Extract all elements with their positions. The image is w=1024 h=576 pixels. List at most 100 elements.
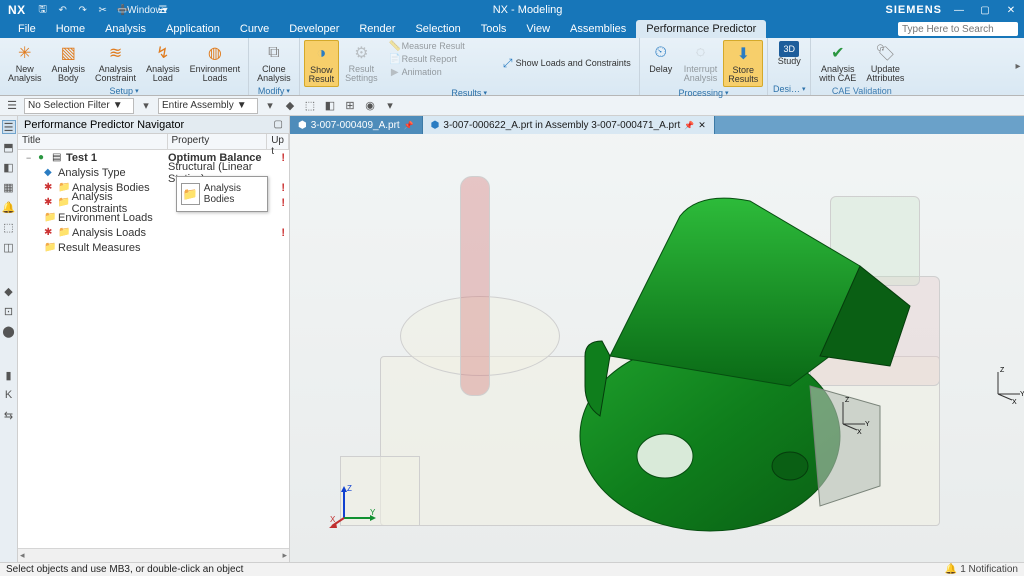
menu-assemblies[interactable]: Assemblies: [560, 20, 636, 38]
navigator-tree[interactable]: −●▤Test 1 Optimum Balance ! ◆Analysis Ty…: [18, 150, 289, 548]
graphics-viewport[interactable]: ⬢3-007-000409_A.prt📌 ⬢3-007-000622_A.prt…: [290, 116, 1024, 562]
delay-button[interactable]: ⏲Delay: [644, 40, 678, 87]
menu-curve[interactable]: Curve: [230, 20, 279, 38]
filter-tool-1-icon[interactable]: ◆: [282, 98, 298, 114]
menu-performance-predictor[interactable]: Performance Predictor: [636, 20, 766, 38]
clone-analysis-button[interactable]: ⧉Clone Analysis: [253, 40, 295, 85]
menu-toggle-icon[interactable]: ☰: [4, 98, 20, 114]
svg-text:X: X: [857, 429, 862, 436]
clone-icon: ⧉: [262, 41, 286, 65]
show-result-button[interactable]: ◑Show Result: [304, 40, 340, 87]
ribbon-collapse-button[interactable]: ▸: [1012, 38, 1024, 95]
col-header-up[interactable]: Up t: [267, 134, 289, 149]
navigator-close-button[interactable]: ▢: [274, 119, 283, 130]
tooltip-analysis-bodies: 📁 Analysis Bodies: [176, 176, 268, 212]
siemens-brand: SIEMENS: [885, 4, 942, 16]
rb-item-8-icon[interactable]: ◆: [2, 284, 16, 298]
navigator-title-bar: Performance Predictor Navigator ▢: [18, 116, 289, 134]
scope-pin-icon[interactable]: ▾: [262, 98, 278, 114]
collapse-icon[interactable]: −: [26, 153, 36, 163]
status-dot-icon: ●: [38, 152, 50, 163]
update-attributes-button[interactable]: 🏷Update Attributes: [862, 40, 908, 85]
rb-item-4-icon[interactable]: ▦: [2, 180, 16, 194]
workspace: ☰ ⬒ ◧ ▦ 🔔 ⬚ ◫ ◆ ⊡ ⬤ ▮ K ⇆ Performance Pr…: [0, 116, 1024, 562]
analysis-with-cae-button[interactable]: ✔Analysis with CAE: [815, 40, 860, 85]
rb-item-12-icon[interactable]: K: [2, 388, 16, 402]
menu-view[interactable]: View: [516, 20, 560, 38]
ribbon: ✳New Analysis ▧Analysis Body ≋Analysis C…: [0, 38, 1024, 96]
doc-tab-1[interactable]: ⬢3-007-000409_A.prt📌: [290, 116, 423, 134]
constraint-icon: ≋: [104, 41, 128, 65]
tree-row-result-measures[interactable]: 📁Result Measures: [18, 240, 289, 255]
pin-icon[interactable]: 📌: [404, 121, 414, 130]
qa-window-dropdown[interactable]: ▭ Window ▾: [136, 3, 150, 17]
menu-analysis[interactable]: Analysis: [95, 20, 156, 38]
rb-bell-icon[interactable]: 🔔: [2, 200, 16, 214]
rb-item-13-icon[interactable]: ⇆: [2, 408, 16, 422]
document-tabs: ⬢3-007-000409_A.prt📌 ⬢3-007-000622_A.prt…: [290, 116, 1024, 134]
rb-item-2-icon[interactable]: ⬒: [2, 140, 16, 154]
navigator-hscrollbar[interactable]: ◂▸: [18, 548, 289, 562]
qa-undo-icon[interactable]: ↶: [56, 3, 70, 17]
window-title: NX - Modeling: [170, 4, 886, 16]
show-loads-constraints-button[interactable]: ⤢Show Loads and Constraints: [496, 54, 635, 72]
command-search[interactable]: [898, 22, 1018, 36]
qa-help-icon[interactable]: ☰: [156, 3, 170, 17]
rb-item-3-icon[interactable]: ◧: [2, 160, 16, 174]
filter-tool-5-icon[interactable]: ◉: [362, 98, 378, 114]
rb-navigator-icon[interactable]: ☰: [2, 120, 16, 134]
menu-developer[interactable]: Developer: [279, 20, 349, 38]
new-analysis-button[interactable]: ✳New Analysis: [4, 40, 46, 85]
filter-tool-3-icon[interactable]: ◧: [322, 98, 338, 114]
menu-render[interactable]: Render: [349, 20, 405, 38]
folder-icon: 📁: [44, 212, 56, 223]
environment-icon: ◍: [203, 41, 227, 65]
menu-file[interactable]: File: [8, 20, 46, 38]
qa-redo-icon[interactable]: ↷: [76, 3, 90, 17]
notification-indicator[interactable]: 🔔1 Notification: [945, 564, 1018, 575]
doc-tab-2[interactable]: ⬢3-007-000622_A.prt in Assembly 3-007-00…: [423, 116, 715, 134]
analysis-constraint-button[interactable]: ≋Analysis Constraint: [91, 40, 140, 85]
filter-tool-4-icon[interactable]: ⊞: [342, 98, 358, 114]
rb-item-6-icon[interactable]: ⬚: [2, 220, 16, 234]
rb-item-11-icon[interactable]: ▮: [2, 368, 16, 382]
menu-home[interactable]: Home: [46, 20, 95, 38]
tab-close-icon[interactable]: ✕: [698, 120, 706, 131]
qa-save-icon[interactable]: 🖫: [36, 3, 50, 17]
load-icon: ↯: [151, 41, 175, 65]
col-header-title[interactable]: Title: [18, 134, 168, 149]
rb-item-10-icon[interactable]: ⬤: [2, 324, 16, 338]
study-button[interactable]: 3DStudy: [772, 40, 806, 83]
group-label-modify[interactable]: Modify▾: [253, 85, 295, 97]
group-label-design[interactable]: Desi…▾: [772, 83, 806, 95]
menu-tools[interactable]: Tools: [471, 20, 517, 38]
filter-tool-2-icon[interactable]: ⬚: [302, 98, 318, 114]
analysis-body-button[interactable]: ▧Analysis Body: [48, 40, 90, 85]
command-search-input[interactable]: [898, 22, 1018, 36]
filter-tool-6-icon[interactable]: ▾: [382, 98, 398, 114]
selection-scope-dropdown[interactable]: Entire Assembly▼: [158, 98, 258, 114]
selection-filter-dropdown[interactable]: No Selection Filter▼: [24, 98, 134, 114]
group-label-setup[interactable]: Setup▾: [4, 85, 244, 97]
environment-loads-button[interactable]: ◍Environment Loads: [186, 40, 245, 85]
pin-icon[interactable]: 📌: [684, 121, 694, 130]
title-bar: NX 🖫 ↶ ↷ ✂ ➕ ▭ Window ▾ ☰ NX - Modeling …: [0, 0, 1024, 20]
filter-pin-icon[interactable]: ▾: [138, 98, 154, 114]
menu-selection[interactable]: Selection: [405, 20, 470, 38]
svg-text:Z: Z: [347, 484, 352, 493]
qa-cut-icon[interactable]: ✂: [96, 3, 110, 17]
view-triad[interactable]: Z Y X: [330, 482, 378, 530]
maximize-button[interactable]: ▢: [976, 3, 994, 17]
tree-row-environment-loads[interactable]: 📁Environment Loads: [18, 210, 289, 225]
group-label-processing[interactable]: Processing▾: [644, 87, 764, 99]
store-results-button[interactable]: ⬇Store Results: [723, 40, 763, 87]
tree-row-analysis-loads[interactable]: ✱📁Analysis Loads !: [18, 225, 289, 240]
menu-application[interactable]: Application: [156, 20, 230, 38]
analysis-load-button[interactable]: ↯Analysis Load: [142, 40, 184, 85]
col-header-property[interactable]: Property: [168, 134, 268, 149]
rb-item-9-icon[interactable]: ⊡: [2, 304, 16, 318]
close-button[interactable]: ✕: [1002, 3, 1020, 17]
minimize-button[interactable]: —: [950, 3, 968, 17]
rb-item-7-icon[interactable]: ◫: [2, 240, 16, 254]
svg-text:X: X: [1012, 399, 1017, 406]
